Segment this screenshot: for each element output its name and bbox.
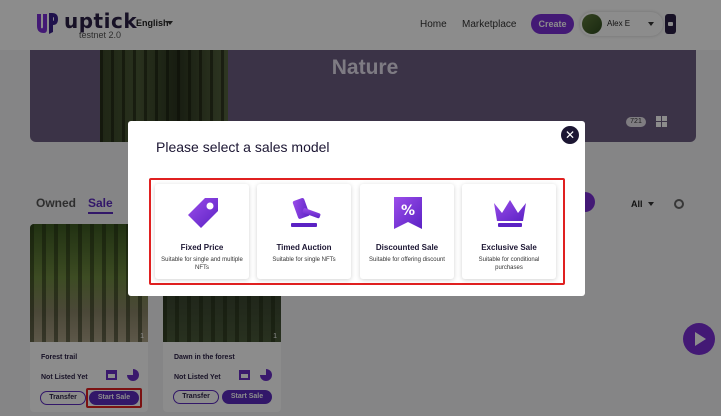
- highlight-outline: Fixed Price Suitable for single and mult…: [149, 178, 565, 285]
- option-description: Suitable for conditional purchases: [478, 257, 540, 271]
- close-icon[interactable]: ✕: [561, 126, 579, 144]
- option-description: Suitable for offering discount: [369, 257, 445, 263]
- option-exclusive-sale[interactable]: Exclusive Sale Suitable for conditional …: [462, 184, 556, 279]
- option-timed-auction[interactable]: Timed Auction Suitable for single NFTs: [257, 184, 351, 279]
- sales-model-dialog: Please select a sales model ✕ Fixed Pric…: [128, 121, 585, 296]
- option-name: Timed Auction: [276, 243, 332, 252]
- option-fixed-price[interactable]: Fixed Price Suitable for single and mult…: [155, 184, 249, 279]
- option-name: Fixed Price: [180, 243, 224, 252]
- gavel-icon: [291, 198, 321, 227]
- price-tag-icon: [188, 198, 218, 228]
- percent-badge-icon: %: [394, 197, 422, 229]
- option-name: Discounted Sale: [375, 243, 439, 252]
- crown-icon: [494, 200, 526, 227]
- option-discounted-sale[interactable]: % Discounted Sale Suitable for offering …: [360, 184, 454, 279]
- svg-text:%: %: [401, 203, 415, 219]
- dialog-title: Please select a sales model: [156, 139, 330, 155]
- option-description: Suitable for single and multiple NFTs: [161, 257, 243, 271]
- option-name: Exclusive Sale: [481, 243, 537, 252]
- option-description: Suitable for single NFTs: [272, 257, 336, 263]
